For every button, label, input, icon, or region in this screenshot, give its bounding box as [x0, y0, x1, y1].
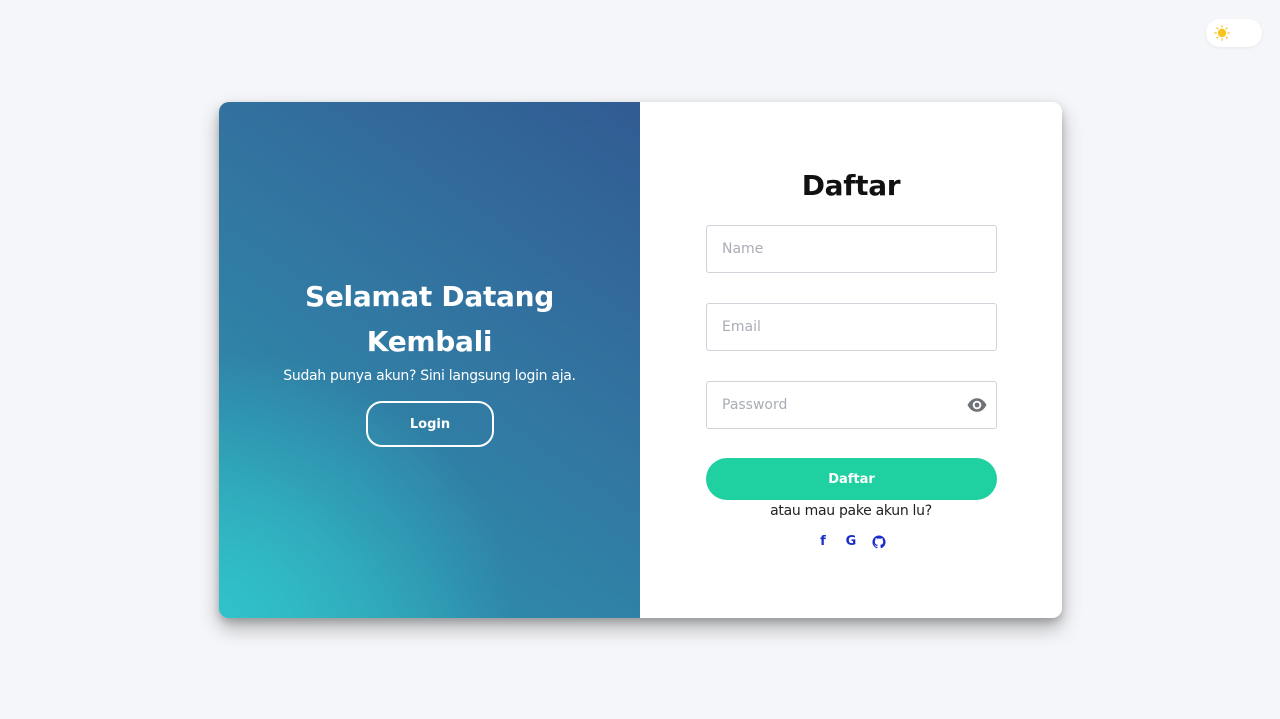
login-button[interactable]: Login: [366, 401, 494, 447]
email-input[interactable]: [707, 304, 996, 350]
password-input[interactable]: [707, 382, 996, 428]
facebook-icon[interactable]: f: [815, 533, 831, 551]
register-submit-button[interactable]: Daftar: [706, 458, 997, 500]
welcome-title-line-2: Kembali: [366, 325, 493, 358]
register-panel: Daftar Daftar atau mau pake akun lu? f: [640, 102, 1062, 618]
google-glyph: G: [845, 534, 857, 549]
github-icon[interactable]: [871, 533, 887, 551]
facebook-glyph: f: [820, 534, 826, 549]
sun-icon: [1214, 25, 1230, 41]
auth-card: Selamat Datang Kembali Sudah punya akun?…: [219, 102, 1062, 618]
register-title: Daftar: [801, 169, 901, 202]
social-login-row: f G: [640, 533, 1062, 553]
name-input[interactable]: [707, 226, 996, 272]
email-field-wrapper: [706, 303, 997, 351]
alternative-login-text: atau mau pake akun lu?: [770, 503, 932, 519]
theme-toggle[interactable]: [1206, 19, 1262, 47]
password-field-wrapper: [706, 381, 997, 429]
name-field-wrapper: [706, 225, 997, 273]
welcome-panel: Selamat Datang Kembali Sudah punya akun?…: [219, 102, 640, 618]
eye-icon[interactable]: [966, 394, 988, 416]
google-icon[interactable]: G: [843, 533, 859, 551]
welcome-subtitle: Sudah punya akun? Sini langsung login aj…: [283, 368, 576, 384]
welcome-title: Selamat Datang Kembali: [219, 274, 640, 364]
welcome-title-line-1: Selamat Datang: [304, 280, 555, 313]
